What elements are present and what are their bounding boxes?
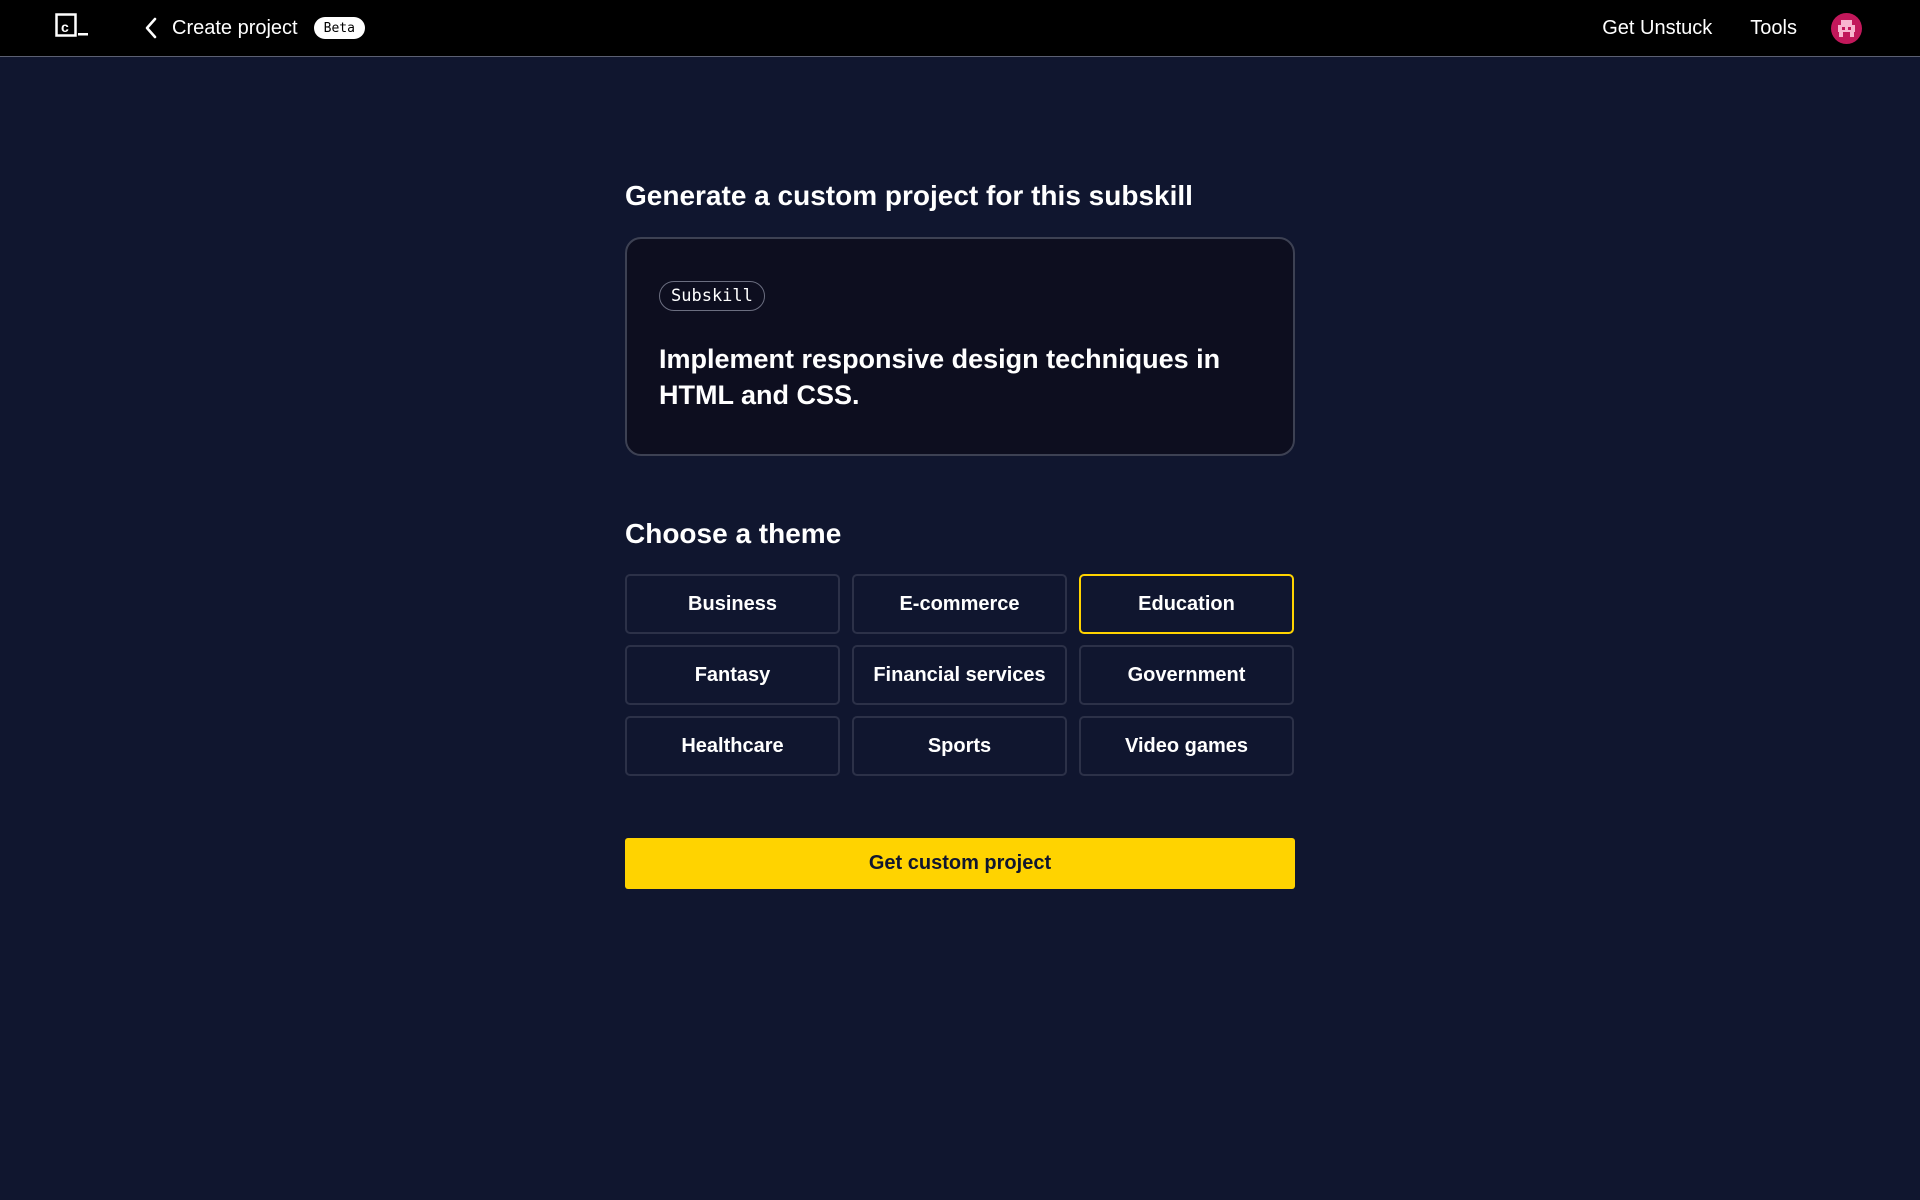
theme-option[interactable]: E-commerce [852, 574, 1067, 634]
theme-option[interactable]: Business [625, 574, 840, 634]
svg-text:c: c [61, 19, 69, 35]
theme-options-grid: Business E-commerce Education Fantasy Fi… [625, 574, 1295, 776]
subskill-tag: Subskill [659, 281, 765, 311]
get-custom-project-button[interactable]: Get custom project [625, 838, 1295, 889]
top-nav-links: Get Unstuck Tools [1602, 0, 1920, 56]
tools-link[interactable]: Tools [1750, 17, 1797, 40]
theme-option[interactable]: Financial services [852, 645, 1067, 705]
theme-option[interactable]: Fantasy [625, 645, 840, 705]
codecademy-logo-icon[interactable]: c [55, 13, 89, 37]
theme-option-selected[interactable]: Education [1079, 574, 1294, 634]
subskill-description: Implement responsive design techniques i… [659, 344, 1221, 410]
theme-option[interactable]: Sports [852, 716, 1067, 776]
theme-option[interactable]: Government [1079, 645, 1294, 705]
user-avatar-icon[interactable] [1831, 12, 1862, 44]
choose-theme-heading: Choose a theme [625, 518, 842, 549]
back-to-create-project-link[interactable]: Create project Beta [142, 13, 365, 43]
theme-option[interactable]: Healthcare [625, 716, 840, 776]
get-unstuck-link[interactable]: Get Unstuck [1602, 17, 1712, 40]
generate-project-heading: Generate a custom project for this subsk… [625, 180, 1193, 211]
subskill-card: Subskill Implement responsive design tec… [625, 237, 1295, 456]
top-navigation-bar: c Create project Beta Get Unstuck Tools [0, 0, 1920, 57]
chevron-left-icon [142, 17, 160, 39]
create-project-title: Create project [172, 16, 298, 39]
beta-badge: Beta [313, 17, 365, 39]
theme-option[interactable]: Video games [1079, 716, 1294, 776]
